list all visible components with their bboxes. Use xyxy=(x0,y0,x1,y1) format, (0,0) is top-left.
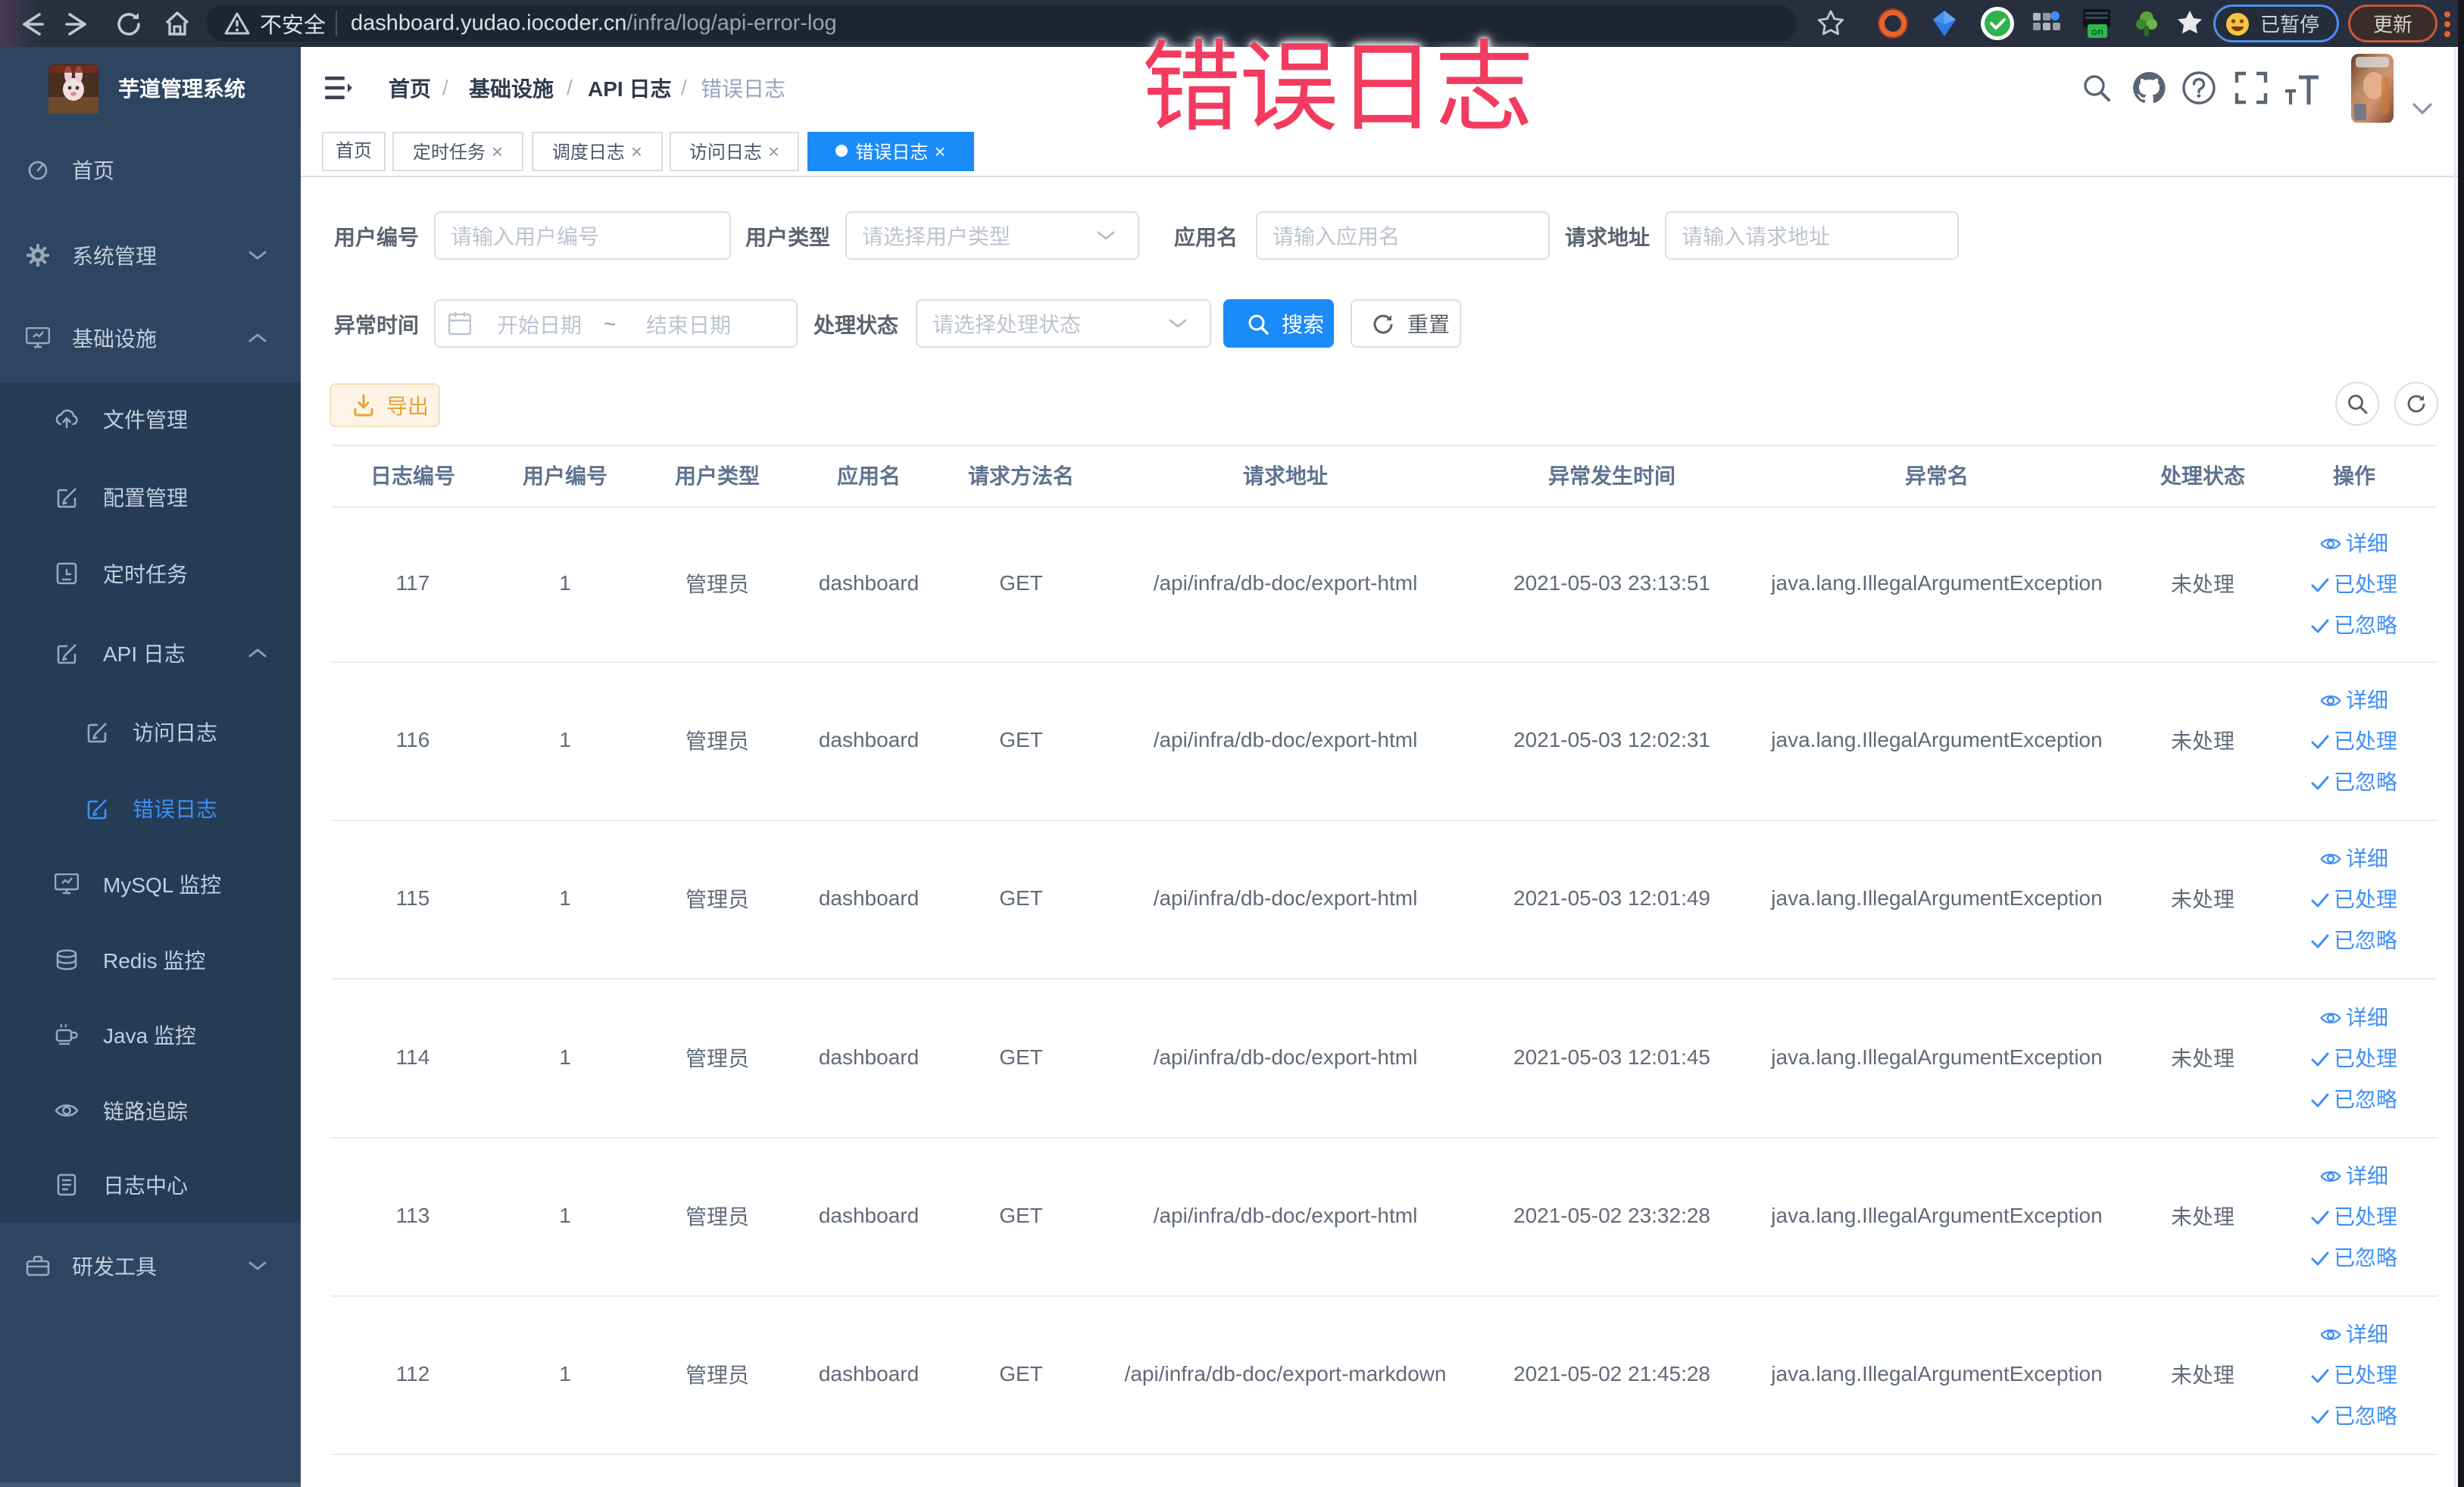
svg-text:on: on xyxy=(2091,26,2103,37)
